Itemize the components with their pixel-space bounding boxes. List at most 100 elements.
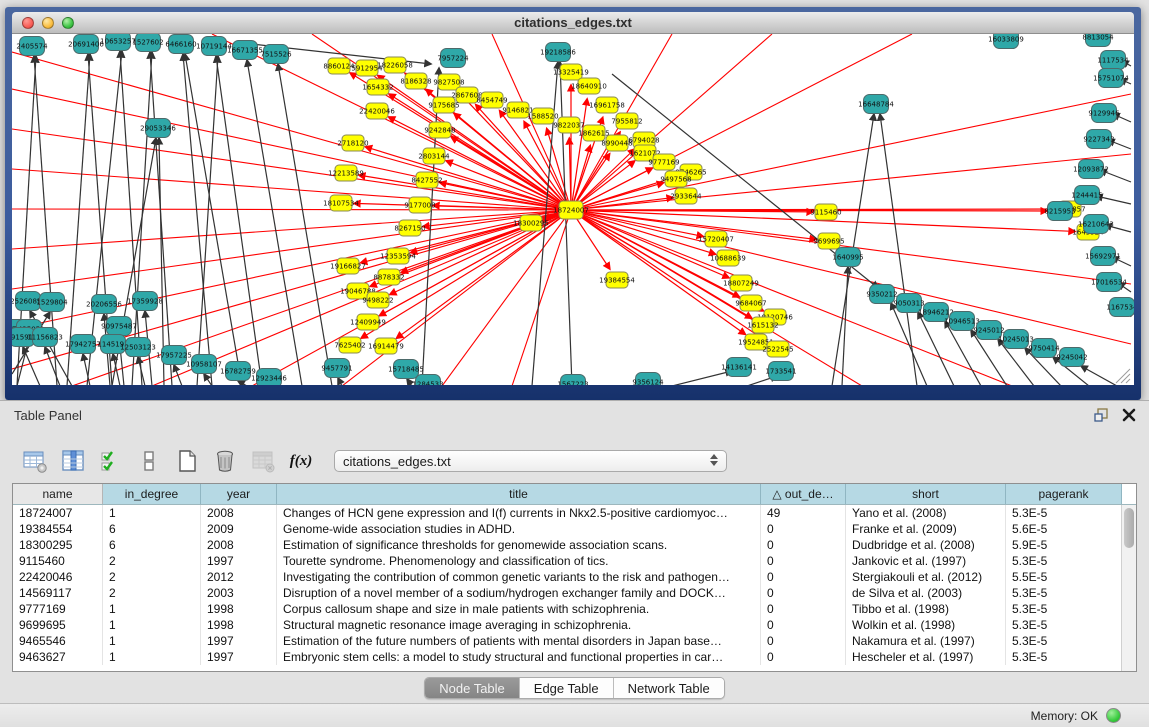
graph-node[interactable]: 9498222 bbox=[362, 292, 393, 308]
graph-node[interactable]: 9457791 bbox=[321, 359, 352, 378]
graph-node[interactable]: 20206556 bbox=[86, 295, 122, 314]
graph-node[interactable]: 17359928 bbox=[127, 292, 163, 311]
table-row[interactable]: 946362711997Embryonic stem cells: a mode… bbox=[13, 649, 1136, 665]
graph-node[interactable]: 15751074 bbox=[1093, 69, 1129, 88]
graph-node[interactable]: 7515526 bbox=[260, 45, 292, 64]
table-row[interactable]: 911546021997Tourette syndrome. Phenomeno… bbox=[13, 553, 1136, 569]
graph-node[interactable]: 29053346 bbox=[140, 119, 176, 138]
graph-node[interactable]: 1567223 bbox=[557, 375, 588, 386]
delete-table-icon[interactable] bbox=[250, 448, 276, 474]
graph-node[interactable]: 9245042 bbox=[1056, 348, 1087, 367]
table-selector-dropdown[interactable]: citations_edges.txt bbox=[334, 450, 727, 472]
graph-node[interactable]: 9175685 bbox=[428, 97, 459, 113]
graph-node[interactable]: 90975487 bbox=[101, 317, 137, 336]
graph-node[interactable]: 8427552 bbox=[411, 172, 442, 188]
graph-node[interactable]: 1615132 bbox=[747, 317, 778, 333]
window-titlebar[interactable]: citations_edges.txt bbox=[12, 12, 1134, 34]
citation-network-graph[interactable]: 8860124591295418226058165433281863289827… bbox=[12, 34, 1134, 385]
graph-node[interactable]: 1167534 bbox=[1106, 298, 1134, 317]
graph-node[interactable]: 19384554 bbox=[599, 272, 635, 288]
graph-node[interactable]: 8878332 bbox=[373, 269, 404, 285]
graph-node[interactable]: 9242848 bbox=[424, 122, 455, 138]
graph-node[interactable]: 7955812 bbox=[611, 113, 642, 129]
graph-node[interactable]: 9750414 bbox=[1028, 339, 1060, 358]
row-checks-icon[interactable] bbox=[98, 448, 124, 474]
graph-node[interactable]: 1640995 bbox=[832, 248, 863, 267]
tab-network-table[interactable]: Network Table bbox=[614, 678, 724, 698]
graph-node[interactable]: 1654332 bbox=[362, 79, 393, 95]
graph-node[interactable]: 9129946 bbox=[1088, 104, 1120, 123]
function-icon[interactable]: f(x) bbox=[288, 448, 314, 474]
graph-node[interactable]: 20691406 bbox=[68, 35, 104, 54]
table-settings-icon[interactable] bbox=[22, 448, 48, 474]
graph-node[interactable]: 16961758 bbox=[589, 97, 625, 113]
graph-node[interactable]: 8813054 bbox=[1082, 34, 1114, 47]
graph-node[interactable]: 12409949 bbox=[350, 314, 386, 330]
graph-node[interactable]: 6466160 bbox=[165, 35, 196, 54]
graph-node[interactable]: 9497568 bbox=[660, 171, 691, 187]
tab-edge-table[interactable]: Edge Table bbox=[520, 678, 614, 698]
graph-node[interactable]: 12213589 bbox=[328, 165, 364, 181]
graph-node[interactable]: 9177008 bbox=[404, 197, 435, 213]
graph-node[interactable]: 12923446 bbox=[251, 369, 287, 386]
graph-node[interactable]: 14136141 bbox=[721, 358, 757, 377]
graph-node[interactable]: 17016534 bbox=[1091, 273, 1127, 292]
graph-node[interactable]: 1527602 bbox=[132, 34, 163, 52]
graph-node[interactable]: 2522545 bbox=[762, 341, 793, 357]
graph-node[interactable]: 2803144 bbox=[418, 148, 450, 164]
new-document-icon[interactable] bbox=[174, 448, 200, 474]
graph-node[interactable]: 8186328 bbox=[400, 73, 431, 89]
graph-node[interactable]: 18107534 bbox=[323, 195, 359, 211]
table-row[interactable]: 946554611997Estimation of the future num… bbox=[13, 633, 1136, 649]
tab-node-table[interactable]: Node Table bbox=[425, 678, 520, 698]
column-header-title[interactable]: title bbox=[277, 484, 761, 504]
select-columns-icon[interactable] bbox=[60, 448, 86, 474]
table-row[interactable]: 977716911998Corpus callosum shape and si… bbox=[13, 601, 1136, 617]
graph-node[interactable]: 22420046 bbox=[359, 103, 395, 119]
graph-node[interactable]: 9227343 bbox=[1083, 130, 1114, 149]
table-row[interactable]: 1456911722003Disruption of a novel membe… bbox=[13, 585, 1136, 601]
trash-icon[interactable] bbox=[212, 448, 238, 474]
graph-node[interactable]: 7957224 bbox=[437, 49, 469, 68]
graph-node[interactable]: 1733541 bbox=[765, 362, 796, 381]
column-header-pagerank[interactable]: pagerank bbox=[1006, 484, 1122, 504]
rows-icon[interactable] bbox=[136, 448, 162, 474]
graph-node[interactable]: 15692971 bbox=[1085, 247, 1121, 266]
graph-node[interactable]: 7625402 bbox=[334, 337, 365, 353]
graph-node[interactable]: 16914479 bbox=[368, 338, 404, 354]
table-vertical-scrollbar[interactable] bbox=[1121, 505, 1136, 671]
graph-node[interactable]: 10653257 bbox=[100, 34, 136, 51]
column-header-short[interactable]: short bbox=[846, 484, 1006, 504]
table-row[interactable]: 1872400712008Changes of HCN gene express… bbox=[13, 505, 1136, 521]
scrollbar-thumb[interactable] bbox=[1124, 508, 1134, 548]
table-row[interactable]: 1938455462009Genome-wide association stu… bbox=[13, 521, 1136, 537]
column-header-in_degree[interactable]: in_degree bbox=[103, 484, 201, 504]
graph-node[interactable]: 19218586 bbox=[540, 43, 576, 62]
network-canvas[interactable]: 8860124591295418226058165433281863289827… bbox=[12, 34, 1134, 385]
graph-node[interactable]: 9356124 bbox=[632, 373, 664, 386]
table-row[interactable]: 2242004622012Investigating the contribut… bbox=[13, 569, 1136, 585]
graph-node[interactable]: 9115460 bbox=[810, 204, 841, 220]
graph-node[interactable]: 2933644 bbox=[670, 188, 702, 204]
graph-node[interactable]: 12093872 bbox=[1073, 160, 1109, 179]
graph-node[interactable]: 9684067 bbox=[735, 295, 766, 311]
graph-node[interactable]: 2718120 bbox=[337, 135, 368, 151]
graph-node[interactable]: 1529804 bbox=[36, 293, 68, 312]
graph-node[interactable]: 15720407 bbox=[698, 231, 734, 247]
close-panel-icon[interactable] bbox=[1121, 407, 1137, 423]
table-row[interactable]: 969969511998Structural magnetic resonanc… bbox=[13, 617, 1136, 633]
float-panel-icon[interactable] bbox=[1093, 407, 1109, 423]
graph-node[interactable]: 16648784 bbox=[858, 95, 894, 114]
column-header-out_de[interactable]: △ out_de… bbox=[761, 484, 846, 504]
graph-node[interactable]: 9699695 bbox=[813, 233, 844, 249]
table-row[interactable]: 1830029562008Estimation of significance … bbox=[13, 537, 1136, 553]
graph-node[interactable]: 1284533 bbox=[412, 375, 443, 386]
graph-node[interactable]: 10688639 bbox=[710, 250, 746, 266]
column-header-year[interactable]: year bbox=[201, 484, 277, 504]
graph-node[interactable]: 1244415 bbox=[1071, 186, 1102, 205]
graph-node[interactable]: 8215953 bbox=[1044, 202, 1075, 221]
graph-node[interactable]: 8267150 bbox=[394, 220, 425, 236]
graph-node[interactable]: 2405574 bbox=[16, 37, 48, 56]
graph-node[interactable]: 16033809 bbox=[988, 34, 1024, 49]
column-header-name[interactable]: name bbox=[13, 484, 103, 504]
